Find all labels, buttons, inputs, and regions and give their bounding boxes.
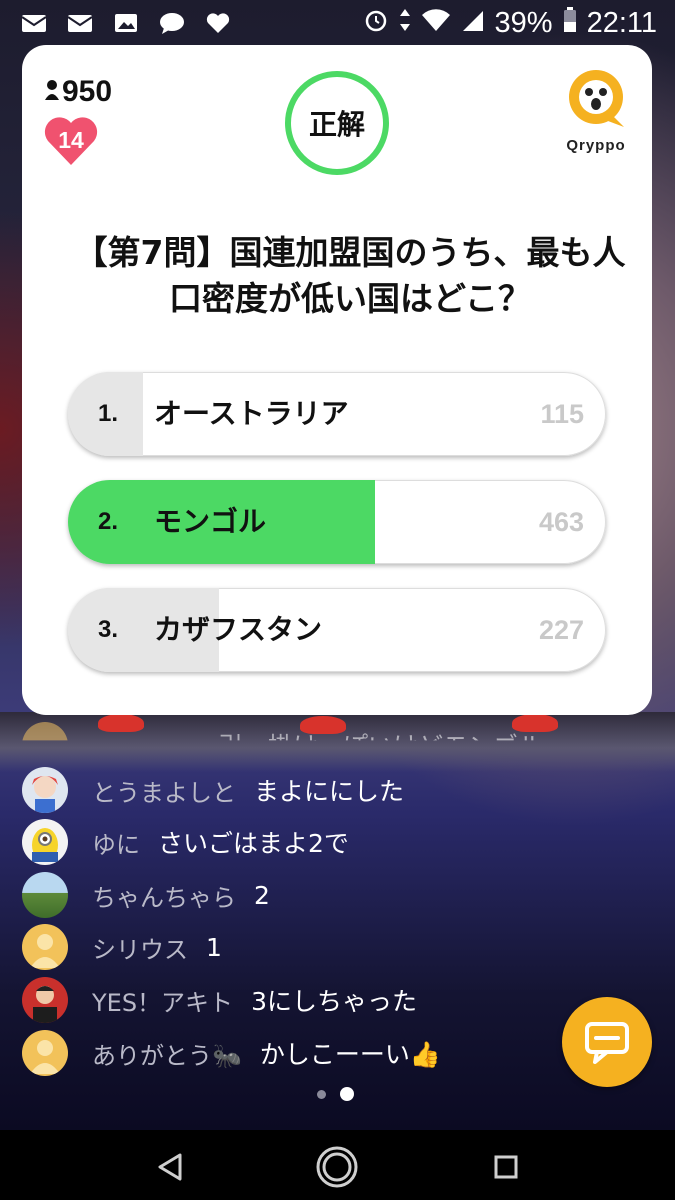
- comment-author: ゆに: [92, 830, 140, 859]
- viewer-count: 950: [44, 75, 112, 109]
- qryppo-logo: Qryppo: [561, 67, 631, 157]
- home-icon[interactable]: [315, 1145, 359, 1189]
- comment-item: ちゃんちゃら 2: [22, 872, 270, 918]
- person-icon: [44, 75, 60, 109]
- chat-bubble-icon: [158, 11, 186, 35]
- back-icon[interactable]: [148, 1145, 192, 1189]
- question-text: 【第7問】国連加盟国のうち、最も人口密度が低い国はどこ？: [74, 233, 626, 318]
- comment-item: ゆに さいごはまよ2で: [22, 819, 349, 865]
- landscape-avatar: [22, 872, 68, 918]
- comment-text: かしこーーい👍: [259, 1040, 442, 1069]
- logo-text: Qryppo: [566, 137, 626, 154]
- page-indicator: [317, 1087, 354, 1101]
- image-icon: [112, 11, 140, 35]
- mail-icon: [20, 11, 48, 35]
- option-number: 3.: [98, 616, 119, 643]
- clock: 22:11: [586, 6, 657, 39]
- comment-item: ありがとう🐜 かしこーーい👍: [22, 1030, 441, 1076]
- comment-text: さいごはまよ2で: [158, 829, 349, 858]
- result-indicator: 正解: [285, 71, 389, 175]
- page-dot[interactable]: [317, 1089, 326, 1099]
- comment-item: シリウス 1: [22, 924, 222, 970]
- option-count: 227: [538, 615, 584, 645]
- option-number: 1.: [98, 400, 119, 427]
- minion-avatar: [22, 819, 68, 865]
- recent-apps-icon[interactable]: [484, 1145, 528, 1189]
- navigation-bar: [0, 1130, 675, 1200]
- battery-percent: 39%: [494, 6, 553, 39]
- comment-text: 1: [206, 932, 222, 962]
- comment-author: ちゃんちゃら: [92, 883, 236, 912]
- answer-option-3: 3. カザフスタン 227: [68, 588, 606, 672]
- chat-bubble-icon: [585, 1022, 629, 1064]
- hearts-count: 14: [58, 127, 84, 153]
- comment-text: まよににした: [254, 777, 405, 806]
- option-count: 463: [538, 507, 584, 537]
- answer-option-1: 1. オーストラリア 115: [68, 372, 606, 456]
- option-number: 2.: [98, 508, 119, 535]
- signal-icon: [461, 7, 485, 40]
- option-count: 115: [540, 399, 584, 429]
- wifi-icon: [421, 7, 451, 40]
- viewer-count-value: 950: [62, 75, 113, 108]
- default-avatar: [22, 924, 68, 970]
- chat-button[interactable]: [562, 997, 652, 1087]
- comment-author: YES！アキト: [92, 988, 234, 1017]
- default-avatar: [22, 1030, 68, 1076]
- quiz-card: 950 14 正解 Qryppo 【第7問】国連加盟国のうち、最も人口密度が低い…: [22, 45, 652, 715]
- alarm-icon: [363, 7, 389, 40]
- mail-icon: [66, 11, 94, 35]
- person-avatar: [22, 977, 68, 1023]
- battery-icon: [563, 6, 577, 40]
- comment-item: とうまよしと まよににした: [22, 767, 404, 813]
- comment-author: ありがとう🐜: [92, 1041, 242, 1070]
- comment-author: シリウス: [92, 935, 188, 964]
- option-label: オーストラリア: [154, 397, 349, 430]
- comment-text: 2: [254, 880, 270, 910]
- anime-avatar: [22, 767, 68, 813]
- data-arrows-icon: [399, 7, 411, 40]
- status-bar: 39% 22:11: [0, 0, 675, 46]
- page-dot-active[interactable]: [340, 1087, 354, 1101]
- heart-icon: [204, 11, 232, 35]
- option-label: モンゴル: [154, 505, 267, 538]
- comment-item: YES！アキト 3にしちゃった: [22, 977, 417, 1023]
- option-label: カザフスタン: [154, 613, 323, 646]
- qryppo-logo-icon: [569, 70, 624, 127]
- result-label: 正解: [308, 108, 365, 141]
- answer-option-2: 2. モンゴル 463: [68, 480, 606, 564]
- comment-text: 3にしちゃった: [251, 987, 417, 1016]
- comment-author: とうまよしと: [92, 778, 236, 807]
